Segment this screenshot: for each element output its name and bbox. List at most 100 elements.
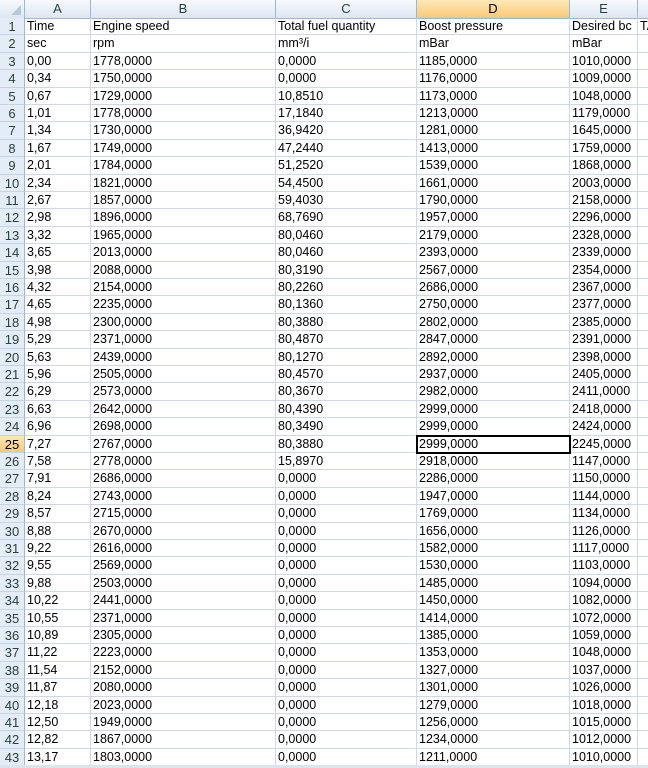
row-header[interactable]: 30 <box>0 522 25 540</box>
cell[interactable]: 2152,0000 <box>91 661 276 680</box>
cell[interactable] <box>638 279 648 297</box>
cell[interactable]: 9,88 <box>25 574 91 593</box>
row-header[interactable]: 4 <box>0 70 25 88</box>
cell[interactable] <box>638 557 648 575</box>
cell[interactable]: 1256,0000 <box>417 714 570 732</box>
cell[interactable]: Engine speed <box>91 18 276 36</box>
cell[interactable]: 1857,0000 <box>91 192 276 210</box>
cell[interactable]: 1769,0000 <box>417 505 570 523</box>
cell[interactable]: 1173,0000 <box>417 87 570 105</box>
cell[interactable]: 80,3490 <box>276 418 417 436</box>
cell[interactable]: 1485,0000 <box>417 574 570 593</box>
cell[interactable]: 68,7690 <box>276 209 417 227</box>
cell[interactable]: 4,65 <box>25 296 91 314</box>
cell[interactable]: 1749,0000 <box>91 139 276 158</box>
cell[interactable]: 2088,0000 <box>91 261 276 279</box>
cell[interactable]: 0,0000 <box>276 627 417 645</box>
row-header[interactable]: 41 <box>0 714 25 732</box>
cell[interactable]: 2305,0000 <box>91 627 276 645</box>
cell[interactable]: 1414,0000 <box>417 609 570 627</box>
cell[interactable]: 0,0000 <box>276 748 417 767</box>
cell[interactable]: 13,17 <box>25 748 91 767</box>
cell[interactable]: 15,8970 <box>276 453 417 471</box>
cell[interactable]: 1176,0000 <box>417 70 570 88</box>
cell[interactable]: 0,0000 <box>276 644 417 662</box>
cell[interactable]: 2567,0000 <box>417 261 570 279</box>
row-header[interactable]: 16 <box>0 279 25 297</box>
row-header[interactable]: 3 <box>0 52 25 71</box>
cell[interactable]: 2715,0000 <box>91 505 276 523</box>
cell[interactable]: 0,00 <box>25 52 91 71</box>
cell[interactable]: 1450,0000 <box>417 592 570 610</box>
cell[interactable]: 5,96 <box>25 366 91 384</box>
cell[interactable]: 80,3190 <box>276 261 417 279</box>
cell[interactable]: 11,87 <box>25 679 91 697</box>
cell[interactable] <box>638 470 648 488</box>
cell[interactable]: 2670,0000 <box>91 522 276 540</box>
cell[interactable]: Desired bc <box>570 18 638 36</box>
cell[interactable]: 2441,0000 <box>91 592 276 610</box>
cell[interactable]: 2300,0000 <box>91 313 276 332</box>
cell[interactable]: 0,0000 <box>276 70 417 88</box>
cell[interactable] <box>638 697 648 714</box>
cell[interactable]: 1010,0000 <box>570 748 638 767</box>
row-header[interactable]: 40 <box>0 696 25 714</box>
cell[interactable]: 3,98 <box>25 261 91 279</box>
row-header[interactable]: 7 <box>0 122 25 140</box>
cell[interactable]: 2642,0000 <box>91 400 276 419</box>
cell[interactable]: 1,01 <box>25 105 91 123</box>
cell[interactable]: 80,3670 <box>276 383 417 401</box>
cell[interactable]: 1134,0000 <box>570 505 638 523</box>
cell[interactable]: 2003,0000 <box>570 174 638 192</box>
cell[interactable]: 2286,0000 <box>417 470 570 488</box>
cell[interactable]: 2505,0000 <box>91 366 276 384</box>
cell[interactable]: 80,0460 <box>276 226 417 245</box>
row-header[interactable]: 15 <box>0 261 25 279</box>
cell[interactable]: 2,98 <box>25 209 91 227</box>
cell[interactable]: 0,0000 <box>276 731 417 749</box>
cell[interactable]: 1185,0000 <box>417 52 570 71</box>
cell[interactable]: 1790,0000 <box>417 192 570 210</box>
cell[interactable]: Boost pressure <box>417 18 570 36</box>
cell[interactable]: 1072,0000 <box>570 609 638 627</box>
cell[interactable]: 2296,0000 <box>570 209 638 227</box>
cell[interactable]: 1279,0000 <box>417 696 570 714</box>
cell[interactable] <box>638 523 648 540</box>
cell[interactable]: mm³/i <box>276 35 417 53</box>
cell[interactable] <box>638 644 648 662</box>
cell[interactable]: rpm <box>91 35 276 53</box>
cell[interactable]: 1896,0000 <box>91 209 276 227</box>
cell[interactable]: 0,0000 <box>276 714 417 732</box>
row-header[interactable]: 33 <box>0 574 25 593</box>
cell[interactable]: 1048,0000 <box>570 644 638 662</box>
cell[interactable]: 1211,0000 <box>417 748 570 767</box>
cell[interactable]: 2686,0000 <box>91 470 276 488</box>
cell[interactable]: 8,24 <box>25 487 91 506</box>
row-header[interactable]: 17 <box>0 296 25 314</box>
cell[interactable] <box>638 140 648 158</box>
cell[interactable]: 51,2520 <box>276 157 417 175</box>
cell[interactable]: Total fuel quantity <box>276 18 417 36</box>
cell[interactable] <box>638 262 648 279</box>
cell[interactable] <box>638 105 648 123</box>
cell[interactable]: 2385,0000 <box>570 313 638 332</box>
cell[interactable]: 1821,0000 <box>91 174 276 192</box>
cell[interactable]: 12,50 <box>25 714 91 732</box>
cell[interactable]: 2339,0000 <box>570 244 638 262</box>
row-header[interactable]: 9 <box>0 157 25 175</box>
cell[interactable]: 1234,0000 <box>417 731 570 749</box>
row-header[interactable]: 14 <box>0 244 25 262</box>
cell[interactable]: 1759,0000 <box>570 139 638 158</box>
cell[interactable] <box>638 436 648 453</box>
cell[interactable]: 4,32 <box>25 279 91 297</box>
row-header[interactable]: 21 <box>0 366 25 384</box>
cell[interactable]: 2439,0000 <box>91 348 276 366</box>
cell[interactable]: 80,4870 <box>276 331 417 349</box>
cell[interactable] <box>638 383 648 401</box>
cell[interactable]: 6,29 <box>25 383 91 401</box>
cell[interactable]: 80,4390 <box>276 400 417 419</box>
cell[interactable]: 0,34 <box>25 70 91 88</box>
cell[interactable]: 1015,0000 <box>570 714 638 732</box>
cell[interactable]: 3,65 <box>25 244 91 262</box>
cell[interactable] <box>638 679 648 697</box>
